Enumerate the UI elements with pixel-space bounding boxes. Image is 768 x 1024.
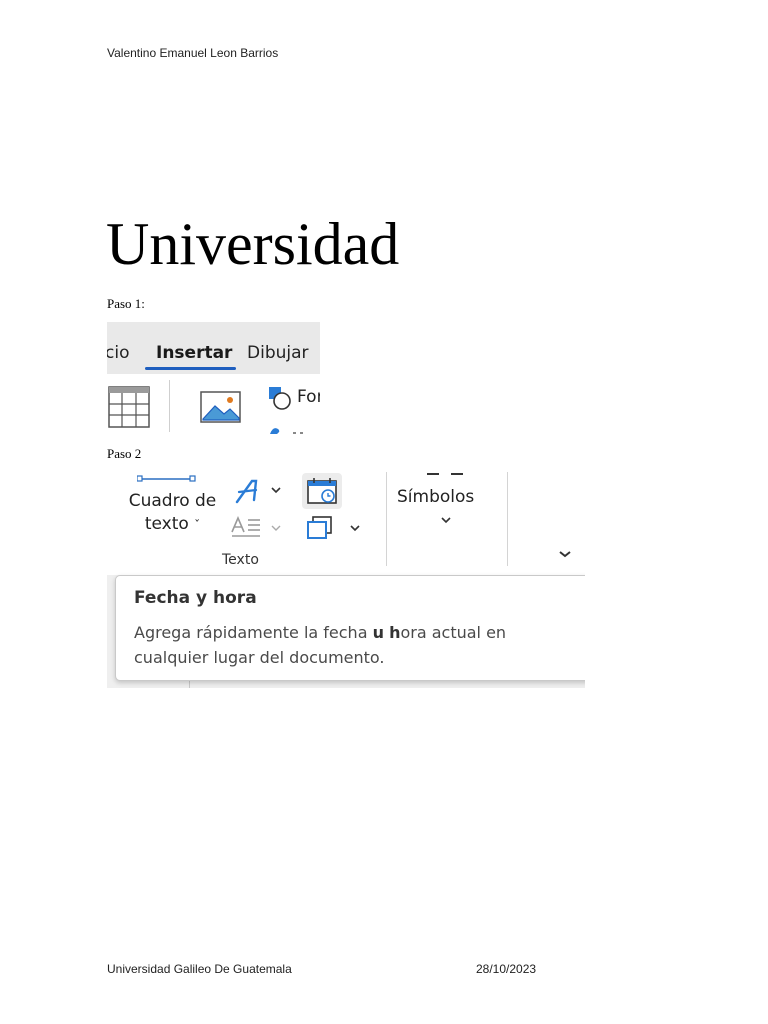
step-2-label: Paso 2 bbox=[107, 446, 142, 461]
ribbon-screenshot-insert-tab: cio Insertar Dibujar For bbox=[107, 322, 320, 434]
document-title: Universidad bbox=[106, 211, 400, 277]
text-box-label-line1: Cuadro de bbox=[128, 491, 217, 511]
ribbon-insert-commands: For bbox=[107, 374, 320, 434]
tab-insertar[interactable]: Insertar bbox=[156, 343, 232, 363]
chevron-down-icon[interactable] bbox=[271, 486, 281, 494]
drop-cap-icon bbox=[231, 516, 260, 537]
tooltip-description: Agrega rápidamente la fecha u hora actua… bbox=[134, 623, 507, 667]
table-icon[interactable] bbox=[108, 386, 150, 428]
active-tab-indicator bbox=[145, 367, 236, 370]
ribbon-screenshot-text-group: Cuadro de texto ˇ Texto Símbolos Fecha y… bbox=[107, 470, 585, 688]
picture-icon[interactable] bbox=[200, 391, 242, 425]
text-box-icon[interactable] bbox=[137, 472, 197, 482]
shapes-label[interactable]: For bbox=[297, 387, 320, 407]
footer-date: 28/10/2023 bbox=[476, 962, 537, 976]
expand-ribbon-icon[interactable] bbox=[559, 550, 571, 558]
ribbon-separator bbox=[507, 472, 508, 566]
chevron-down-icon[interactable] bbox=[350, 524, 360, 532]
ribbon-text-commands: Cuadro de texto ˇ Texto Símbolos bbox=[107, 470, 585, 575]
date-time-tooltip: Fecha y hora Agrega rápidamente la fecha… bbox=[115, 575, 585, 681]
date-time-icon[interactable] bbox=[307, 478, 339, 506]
tab-inicio[interactable]: cio bbox=[107, 343, 129, 363]
chevron-down-icon bbox=[271, 525, 281, 531]
ribbon-separator bbox=[169, 380, 170, 432]
text-box-label-line2: texto bbox=[144, 514, 189, 534]
tooltip-title: Fecha y hora bbox=[134, 588, 257, 608]
step-1-label: Paso 1: bbox=[107, 296, 145, 311]
tab-dibujar[interactable]: Dibujar bbox=[247, 343, 309, 363]
symbols-button[interactable]: Símbolos bbox=[397, 487, 474, 507]
header-author: Valentino Emanuel Leon Barrios bbox=[107, 46, 279, 60]
ribbon-separator bbox=[386, 472, 387, 566]
object-icon[interactable] bbox=[307, 516, 333, 540]
text-group-label: Texto bbox=[222, 552, 259, 568]
icons-icon[interactable] bbox=[269, 424, 309, 434]
symbols-icon bbox=[427, 473, 463, 475]
ribbon-tab-bar: cio Insertar Dibujar bbox=[107, 322, 320, 374]
shapes-icon[interactable] bbox=[268, 386, 294, 412]
chevron-down-icon[interactable] bbox=[441, 516, 451, 524]
footer-university: Universidad Galileo De Guatemala bbox=[107, 962, 292, 976]
wordart-icon[interactable] bbox=[234, 478, 262, 504]
chevron-down-icon: ˇ bbox=[194, 518, 201, 532]
text-box-button[interactable]: Cuadro de texto ˇ bbox=[115, 490, 230, 537]
